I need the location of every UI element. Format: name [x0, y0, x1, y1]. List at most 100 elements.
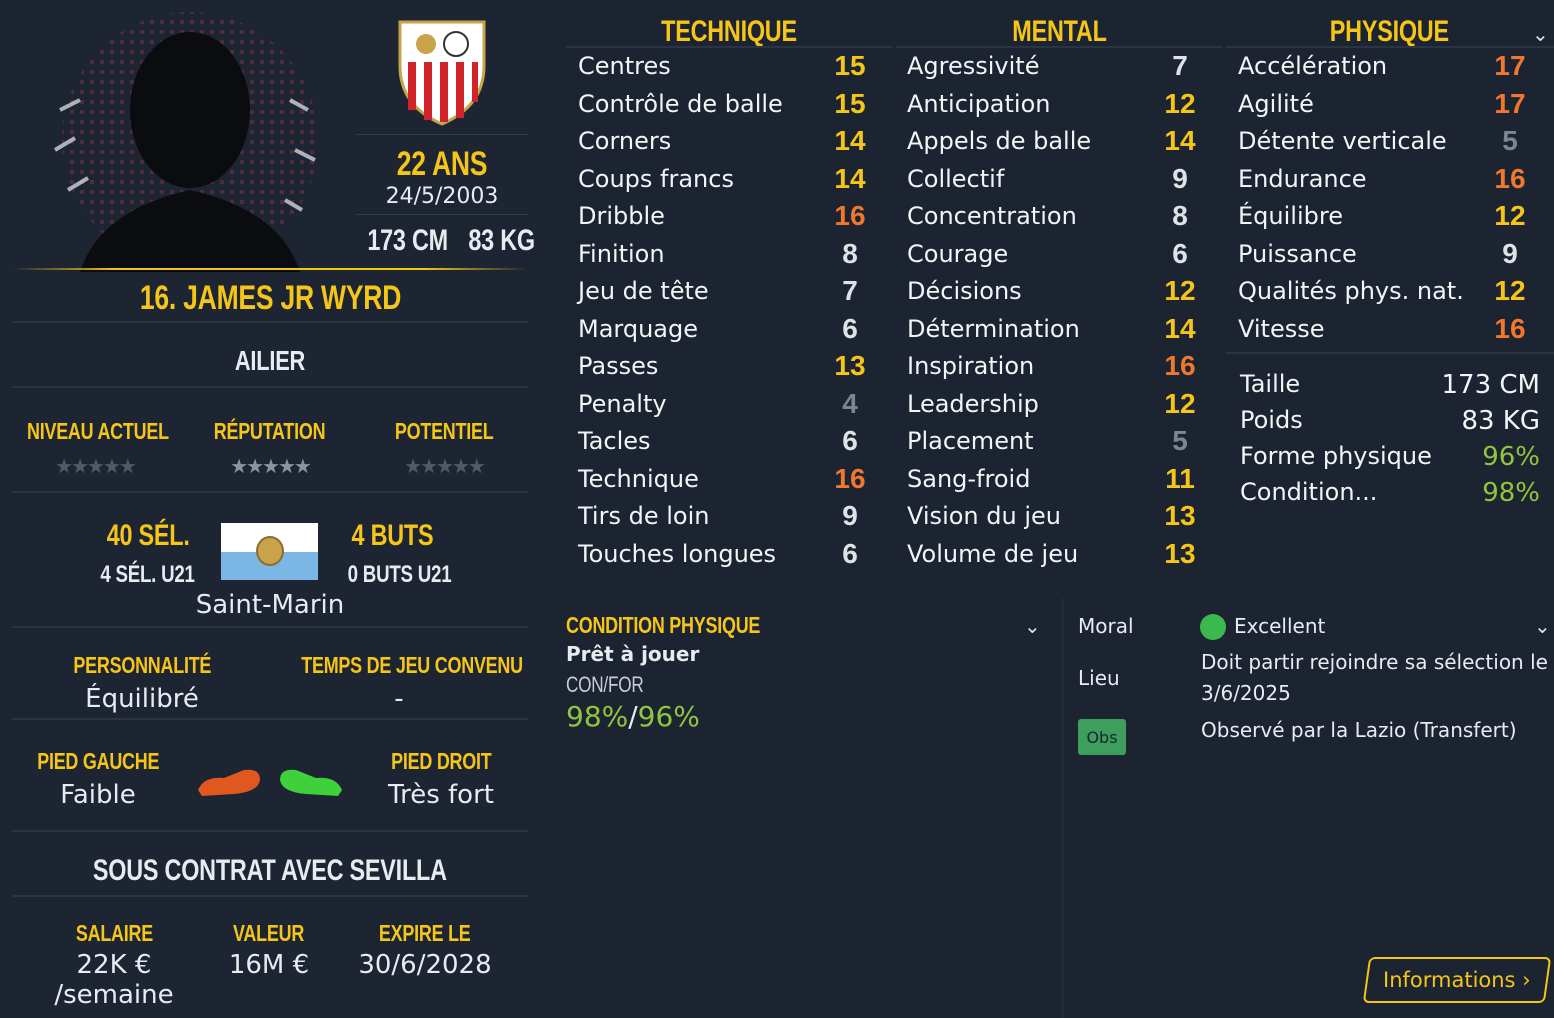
attribute-value: 12 [1494, 275, 1526, 306]
player-name: 16. JAMES JR WYRD [139, 279, 401, 317]
international-caps: 40 SÉL. [106, 519, 190, 552]
player-age: 22 ANS [356, 134, 528, 184]
attribute-value: 15 [834, 87, 866, 119]
player-card: 22 ANS 24/5/2003 173 CM 83 KG 16. JAMES … [0, 0, 546, 1018]
personality-value: Équilibré [85, 684, 199, 714]
player-photo [53, 12, 318, 272]
attribute-name: Vision du jeu [907, 502, 1061, 530]
player-height: 173 CM [367, 223, 448, 257]
weight-value: 83 KG [1461, 406, 1540, 436]
condition-value: 98% [1482, 478, 1540, 508]
attribute-value: 11 [1165, 462, 1195, 494]
player-height-weight: 173 CM 83 KG [356, 214, 535, 266]
attribute-name: Marquage [578, 314, 699, 343]
attribute-value: 5 [1172, 425, 1188, 456]
player-dob: 24/5/2003 [385, 184, 499, 209]
attribute-name: Vitesse [1238, 314, 1325, 343]
attribute-name: Passes [578, 352, 659, 380]
current-ability-stars: ★★★★★ [55, 454, 137, 478]
attribute-name: Équilibre [1238, 202, 1343, 230]
u21-goals: 0 BUTS U21 [348, 561, 452, 588]
playing-time-label: TEMPS DE JEU CONVENU [301, 652, 523, 678]
attribute-value: 6 [842, 425, 858, 456]
for-value: 96% [637, 700, 700, 733]
attribute-value: 5 [1502, 125, 1518, 156]
attribute-name: Corners [578, 127, 672, 155]
player-position: AILIER [234, 345, 306, 376]
player-weight: 83 KG [468, 223, 536, 257]
physique-header: PHYSIQUE [1329, 15, 1449, 48]
country-flag-icon [221, 523, 318, 580]
attribute-value: 17 [1494, 87, 1526, 119]
moral-value: Excellent [1234, 614, 1326, 638]
potential-stars: ★★★★★ [404, 454, 486, 478]
international-goals: 4 BUTS [351, 519, 433, 552]
divider [896, 46, 1222, 48]
attribute-name: Inspiration [907, 352, 1035, 380]
attribute-value: 13 [1164, 537, 1196, 569]
condition-title: CONDITION PHYSIQUE [566, 612, 761, 638]
height-value: 173 CM [1441, 370, 1540, 400]
divider [1226, 46, 1554, 48]
attribute-value: 12 [1164, 87, 1196, 119]
chevron-down-icon[interactable]: ⌄ [1534, 614, 1551, 638]
attribute-value: 16 [1494, 162, 1526, 194]
playing-time-value: - [394, 684, 404, 714]
scouted-text: Observé par la Lazio (Transfert) [1201, 718, 1517, 742]
chevron-down-icon[interactable]: ⌄ [1532, 22, 1549, 46]
right-foot-label: PIED DROIT [390, 748, 492, 774]
attribute-value: 16 [834, 200, 866, 231]
attribute-value: 12 [1164, 387, 1196, 419]
chevron-down-icon[interactable]: ⌄ [1024, 614, 1041, 638]
potential-label: POTENTIEL [394, 418, 494, 444]
informations-button[interactable]: Informations › [1362, 957, 1552, 1003]
attribute-value: 8 [842, 237, 858, 269]
attribute-name: Qualités phys. nat. [1238, 277, 1464, 305]
attribute-name: Appels de balle [907, 127, 1092, 155]
moral-label: Moral [1078, 614, 1134, 638]
personality-label: PERSONNALITÉ [73, 652, 211, 678]
nationality: Saint-Marin [195, 590, 345, 620]
obs-badge[interactable]: Obs [1078, 719, 1126, 755]
attribute-name: Concentration [907, 202, 1077, 230]
attribute-value: 17 [1494, 50, 1526, 81]
attribute-value: 12 [1164, 275, 1196, 306]
attribute-value: 14 [834, 162, 866, 194]
attribute-name: Accélération [1238, 52, 1388, 80]
attribute-value: 6 [842, 537, 858, 569]
condition-label: Condition... [1240, 478, 1378, 506]
height-label: Taille [1240, 370, 1301, 398]
u21-caps: 4 SÉL. U21 [100, 561, 196, 588]
attribute-name: Agressivité [907, 52, 1040, 80]
attribute-value: 6 [842, 312, 858, 344]
attribute-name: Finition [578, 239, 665, 268]
attribute-name: Anticipation [907, 89, 1051, 118]
gold-divider [12, 268, 528, 270]
divider [1226, 352, 1554, 354]
attribute-name: Touches longues [578, 539, 777, 568]
value-label: VALEUR [233, 920, 305, 946]
morale-icon [1200, 614, 1226, 640]
attribute-value: 14 [834, 125, 866, 156]
expires-label: EXPIRE LE [379, 920, 471, 946]
attribute-name: Technique [578, 464, 699, 493]
attribute-name: Centres [578, 52, 671, 80]
divider [12, 830, 528, 832]
attribute-name: Volume de jeu [907, 539, 1079, 568]
attribute-name: Décisions [907, 277, 1022, 305]
divider [12, 491, 528, 493]
confor-slash: / [628, 700, 638, 733]
left-foot-label: PIED GAUCHE [37, 748, 160, 774]
attribute-value: 16 [1494, 312, 1526, 344]
attribute-name: Puissance [1238, 239, 1357, 268]
attribute-value: 7 [1172, 50, 1188, 81]
expires-value: 30/6/2028 [358, 950, 492, 980]
con-value: 98% [566, 700, 629, 733]
confor-label: CON/FOR [566, 672, 644, 697]
attribute-value: 12 [1494, 200, 1526, 231]
attribute-name: Leadership [907, 389, 1039, 418]
left-foot-value: Faible [60, 780, 136, 810]
club-crest-icon [398, 20, 486, 126]
attribute-name: Collectif [907, 164, 1005, 193]
attribute-name: Contrôle de balle [578, 89, 783, 118]
